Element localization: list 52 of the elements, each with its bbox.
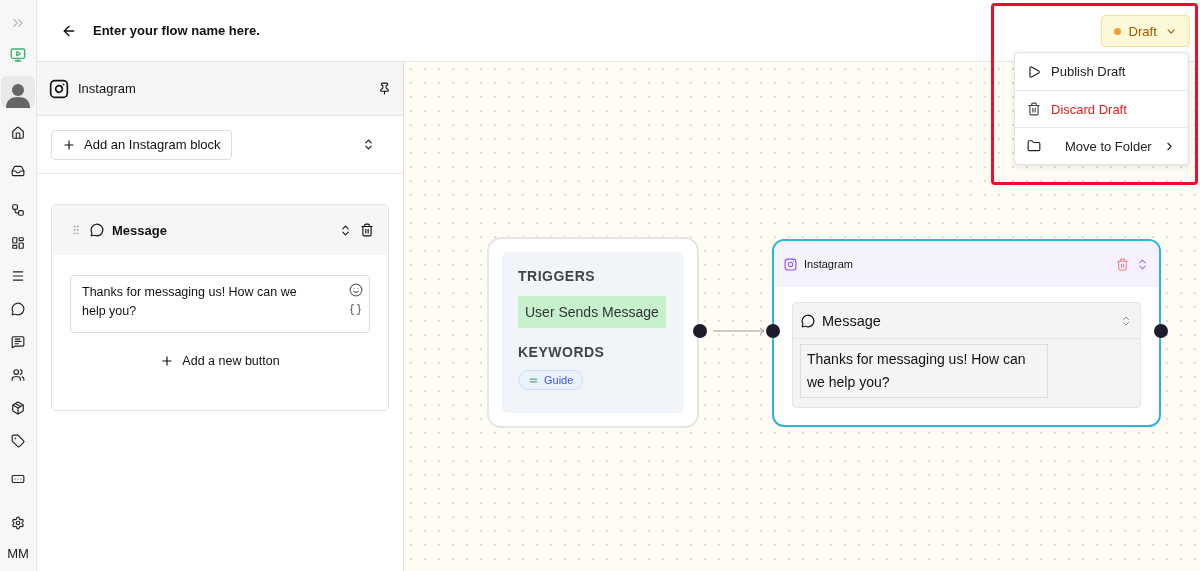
plus-icon — [160, 354, 175, 368]
keyword-chip: Guide — [518, 370, 584, 390]
trigger-tag: User Sends Message — [518, 296, 666, 328]
block-title: Message — [822, 312, 882, 329]
home-icon[interactable] — [11, 125, 25, 140]
user-initials[interactable]: MM — [7, 546, 29, 561]
emoji-icon[interactable] — [349, 283, 363, 297]
trash-icon — [1027, 102, 1041, 116]
menu-item[interactable]: Publish Draft — [1015, 53, 1188, 90]
output-handle[interactable] — [1154, 324, 1168, 338]
folder-icon — [1027, 139, 1041, 153]
chat-bubble-icon — [801, 313, 815, 328]
instagram-icon — [784, 257, 797, 271]
box-icon[interactable] — [11, 400, 25, 415]
expand-icon[interactable] — [339, 223, 352, 237]
menu-item[interactable]: Move to Folder — [1015, 127, 1188, 164]
message-text: Thanks for messaging us! How can we help you? — [800, 344, 1048, 398]
layout-icon[interactable] — [11, 235, 25, 250]
triggers-heading: TRIGGERS — [518, 268, 596, 284]
pin-icon[interactable] — [378, 82, 391, 95]
expand-icon[interactable] — [362, 138, 375, 151]
chat-bubble-icon[interactable] — [11, 301, 25, 316]
node-title: Instagram — [804, 258, 854, 270]
play-icon — [1027, 64, 1041, 79]
instagram-icon — [49, 78, 69, 99]
delete-icon[interactable] — [360, 223, 374, 237]
menu-icon[interactable] — [11, 268, 25, 283]
menu-item[interactable]: Discard Draft — [1015, 90, 1188, 127]
panel-title: Instagram — [78, 81, 137, 96]
chat-bubble-icon — [90, 223, 104, 237]
input-icon[interactable] — [11, 472, 25, 486]
keywords-heading: KEYWORDS — [518, 344, 605, 360]
status-button[interactable]: Draft — [1101, 15, 1190, 47]
settings-icon[interactable] — [11, 516, 25, 530]
users-icon[interactable] — [11, 367, 25, 382]
message-icon[interactable] — [11, 334, 25, 349]
tag-icon[interactable] — [11, 433, 25, 448]
message-field[interactable]: Thanks for messaging us! How can we help you? — [70, 275, 370, 333]
avatar-icon[interactable] — [1, 76, 35, 108]
output-handle[interactable] — [693, 324, 707, 338]
plus-icon — [62, 137, 76, 152]
block-title: Message — [112, 222, 168, 238]
connector-arrow — [713, 326, 765, 336]
input-handle[interactable] — [766, 324, 780, 338]
workflow-icon[interactable] — [11, 202, 25, 217]
add-button-button[interactable]: Add a new button — [154, 353, 286, 369]
inbox-icon[interactable] — [11, 164, 25, 178]
flow-name[interactable]: Enter your flow name here. — [93, 23, 260, 38]
drag-handle-icon[interactable] — [70, 224, 82, 236]
variable-icon[interactable] — [349, 303, 362, 316]
trigger-node[interactable]: TRIGGERS User Sends Message KEYWORDS Guide — [487, 237, 699, 428]
add-block-button[interactable]: Add an Instagram block — [51, 129, 232, 160]
